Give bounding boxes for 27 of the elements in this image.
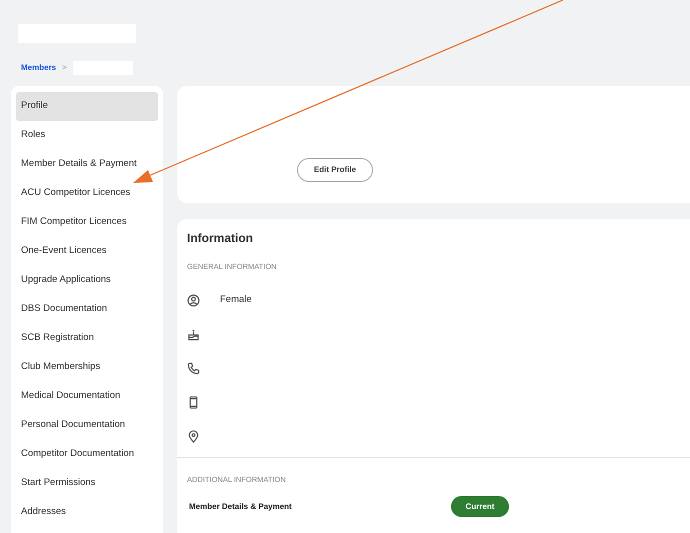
status-badge: Current bbox=[451, 496, 509, 517]
sidebar-item[interactable]: Roles bbox=[16, 121, 158, 150]
phone-icon bbox=[187, 362, 200, 374]
edit-profile-button[interactable]: Edit Profile bbox=[297, 158, 373, 182]
sidebar-item[interactable]: Medical Documentation bbox=[16, 382, 158, 411]
sidebar-item[interactable]: ACU Competitor Licences bbox=[16, 179, 158, 208]
person-icon bbox=[187, 294, 200, 306]
sidebar-item[interactable]: Competitor Documentation bbox=[16, 440, 158, 469]
sidebar-item[interactable]: Profile bbox=[16, 92, 158, 121]
sidebar-item[interactable]: Personal Documentation bbox=[16, 411, 158, 440]
sidebar-item[interactable]: Club Memberships bbox=[16, 353, 158, 382]
section-title: Information bbox=[186, 230, 254, 247]
cake-icon bbox=[187, 328, 200, 340]
info-value: Female bbox=[220, 292, 252, 307]
breadcrumb-separator: > bbox=[62, 62, 67, 74]
breadcrumb-link[interactable]: Members bbox=[21, 62, 56, 74]
sidebar-item[interactable]: One-Event Licences bbox=[16, 237, 158, 266]
sidebar-item[interactable]: FIM Competitor Licences bbox=[16, 208, 158, 237]
mobile-phone-icon bbox=[187, 396, 200, 408]
sidebar-item[interactable]: Member Details & Payment bbox=[16, 150, 158, 179]
sidebar-item[interactable]: SCB Registration bbox=[16, 324, 158, 353]
sidebar-item[interactable]: Addresses bbox=[16, 498, 158, 527]
sidebar-item[interactable]: Start Permissions bbox=[16, 469, 158, 498]
sidebar-item[interactable]: Upgrade Applications bbox=[16, 266, 158, 295]
info-label: Member Details & Payment bbox=[189, 500, 293, 512]
location-pin-icon bbox=[187, 430, 200, 442]
sidebar-item[interactable]: DBS Documentation bbox=[16, 295, 158, 324]
